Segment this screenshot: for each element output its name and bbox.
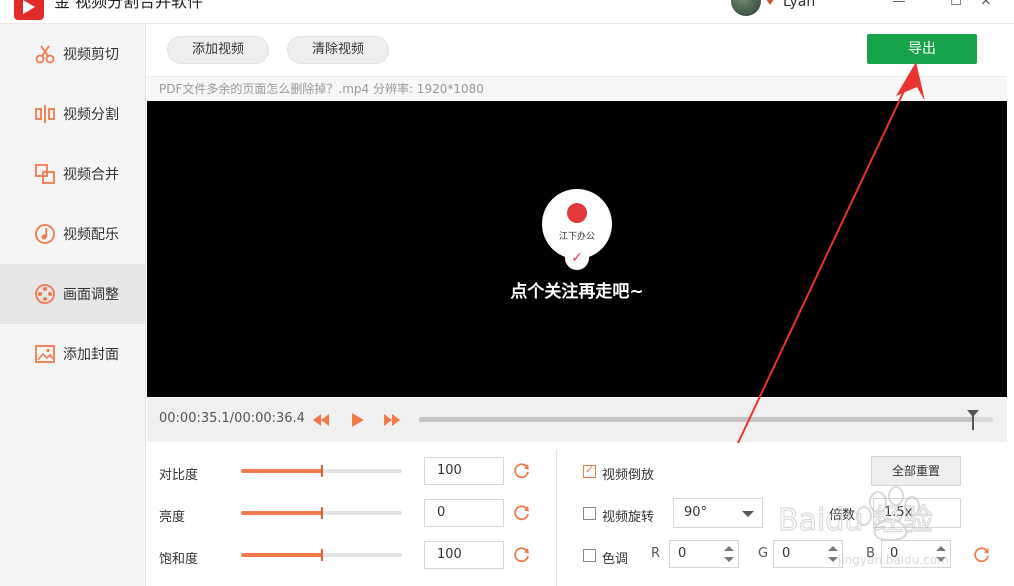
brightness-slider[interactable] [241,507,402,519]
tint-checkbox[interactable] [583,549,596,562]
music-icon [35,224,55,244]
b-value: 0 [890,546,899,561]
progress-thumb[interactable] [967,410,979,430]
add-video-button[interactable]: 添加视频 [167,36,269,64]
video-preview[interactable]: 江下办公 ✓ 点个关注再走吧~ [147,101,1007,397]
progress-fill [419,417,973,422]
sidebar-item-label: 视频分割 [63,107,119,123]
r-value: 0 [678,546,687,561]
sidebar-item-cut[interactable]: 视频剪切 [0,24,146,84]
slider-thumb[interactable] [321,549,323,561]
minimize-icon[interactable]: — [888,0,910,12]
spinner-arrows-icon[interactable] [828,544,838,564]
fast-forward-icon[interactable] [383,411,401,429]
sidebar-item-label: 视频配乐 [63,227,119,243]
sidebar-item-split[interactable]: 视频分割 [0,84,146,144]
contrast-input[interactable]: 100 [424,457,504,485]
divider [556,450,557,586]
saturation-label: 饱和度 [159,552,199,567]
brand-name: 江下办公 [558,232,595,242]
avatar[interactable] [731,0,761,16]
merge-icon [35,164,55,184]
g-value: 0 [782,546,791,561]
playback-bar: 00:00:35.1/00:00:36.4 [147,398,1007,442]
b-label: B [866,546,875,561]
progress-slider[interactable] [419,410,993,430]
brightness-input[interactable]: 0 [424,499,504,527]
reset-icon[interactable] [513,546,531,564]
rotate-select[interactable]: 90° [673,498,763,528]
close-icon[interactable]: ✕ [975,0,997,12]
rotate-checkbox[interactable] [583,507,596,520]
sidebar-item-cover[interactable]: 添加封面 [0,324,146,384]
sidebar: 视频剪切 视频分割 视频合并 视频配乐 画面调整 添加封面 [0,24,146,586]
brightness-label: 亮度 [159,510,186,525]
chevron-down-icon [742,511,754,517]
user-name[interactable]: Lyan [783,0,815,11]
video-caption: 点个关注再走吧~ [510,282,644,302]
reverse-checkbox[interactable] [583,463,596,478]
slider-fill [241,511,322,515]
multiplier-input[interactable]: 1.5x [873,498,961,528]
film-reel-icon [35,284,55,304]
toolbar: 添加视频 清除视频 导出 [147,24,1014,74]
g-input[interactable]: 0 [773,540,843,568]
saturation-input[interactable]: 100 [424,541,504,569]
saturation-slider[interactable] [241,549,402,561]
check-icon: ✓ [565,246,589,270]
app-title: 金 视频分割合并软件 [54,0,204,11]
sidebar-item-label: 视频剪切 [63,47,119,63]
export-button[interactable]: 导出 [867,34,977,64]
spinner-arrows-icon[interactable] [936,544,946,564]
slider-fill [241,553,322,557]
split-icon [35,105,55,123]
clear-video-button[interactable]: 清除视频 [287,36,389,64]
slider-thumb[interactable] [321,507,323,519]
tint-label: 色调 [602,552,629,567]
brand-logo-icon [567,203,587,223]
g-label: G [758,546,769,561]
sidebar-item-label: 画面调整 [63,287,119,303]
sidebar-item-merge[interactable]: 视频合并 [0,144,146,204]
reset-icon[interactable] [513,462,531,480]
rewind-icon[interactable] [312,411,330,429]
sidebar-item-music[interactable]: 视频配乐 [0,204,146,264]
contrast-label: 对比度 [159,468,199,483]
r-input[interactable]: 0 [669,540,739,568]
file-info: PDF文件多余的页面怎么删除掉？.mp4 分辨率: 1920*1080 [147,76,1007,100]
slider-fill [241,469,322,473]
image-icon [35,345,55,363]
sidebar-item-label: 添加封面 [63,347,119,363]
reset-icon[interactable] [513,504,531,522]
reverse-label: 视频倒放 [602,468,655,483]
rotate-value: 90° [684,505,708,520]
maximize-icon[interactable]: ☐ [945,0,967,12]
timecode: 00:00:35.1/00:00:36.4 [159,411,305,426]
adjust-panel: 对比度 100 亮度 0 饱和度 100 视频倒放 全部重置 视频旋转 90° … [147,442,1014,586]
scissors-icon [35,45,55,64]
multiplier-label: 倍数 [829,508,856,523]
r-label: R [651,546,661,561]
reset-all-button[interactable]: 全部重置 [871,456,961,486]
reset-icon[interactable] [973,546,991,564]
app-logo-icon [14,0,44,20]
contrast-slider[interactable] [241,465,402,477]
sidebar-item-label: 视频合并 [63,167,119,183]
slider-thumb[interactable] [321,465,323,477]
b-input[interactable]: 0 [881,540,951,568]
rotate-label: 视频旋转 [602,510,655,525]
title-bar: 金 视频分割合并软件 Lyan — ☐ ✕ [0,0,1014,24]
vip-badge-icon [764,0,776,5]
play-icon[interactable] [348,411,366,429]
sidebar-item-adjust[interactable]: 画面调整 [0,264,146,324]
spinner-arrows-icon[interactable] [724,544,734,564]
